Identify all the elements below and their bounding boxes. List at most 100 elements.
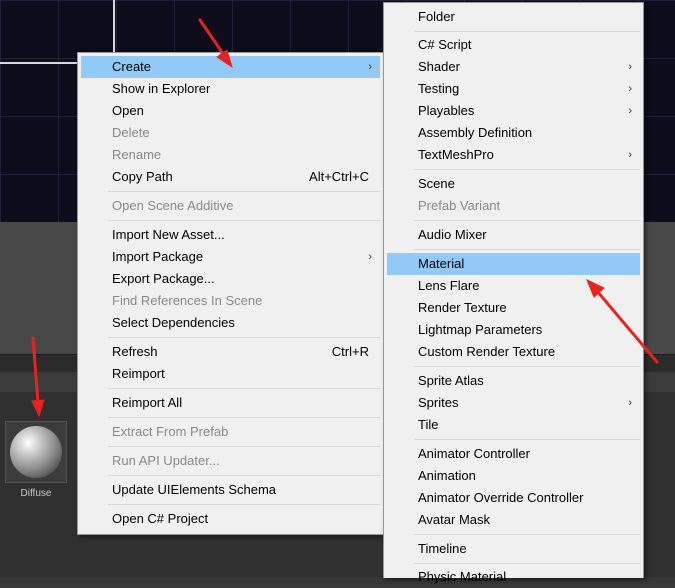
menu-item-label: Playables: [418, 103, 475, 118]
chevron-right-icon: ›: [628, 61, 632, 73]
menu-item-show-in-explorer[interactable]: Show in Explorer: [81, 78, 380, 100]
menu-item-shader[interactable]: Shader ›: [387, 56, 640, 78]
menu-item-rename: Rename: [81, 144, 380, 166]
menu-item-label: Create: [112, 59, 152, 74]
menu-item-label: Testing: [418, 81, 460, 96]
menu-item-textmeshpro[interactable]: TextMeshPro ›: [387, 144, 640, 166]
menu-item-custom-render-texture[interactable]: Custom Render Texture: [387, 341, 640, 363]
menu-item-folder[interactable]: Folder: [387, 6, 640, 28]
menu-item-testing[interactable]: Testing ›: [387, 78, 640, 100]
menu-separator: [108, 191, 380, 192]
menu-item-assembly-definition[interactable]: Assembly Definition: [387, 122, 640, 144]
menu-item-material[interactable]: Material: [387, 253, 640, 275]
menu-item-find-references: Find References In Scene: [81, 290, 380, 312]
menu-item-label: Update UIElements Schema: [112, 482, 277, 497]
menu-item-import-package[interactable]: Import Package ›: [81, 246, 380, 268]
menu-item-label: Animator Override Controller: [418, 490, 584, 505]
chevron-right-icon: ›: [628, 397, 632, 409]
menu-item-label: Custom Render Texture: [418, 344, 556, 359]
menu-separator: [414, 249, 640, 250]
menu-item-sprites[interactable]: Sprites ›: [387, 392, 640, 414]
asset-diffuse[interactable]: Diffuse: [5, 421, 67, 499]
context-menu: Create › Show in Explorer Open Delete Ren…: [77, 52, 384, 535]
menu-item-avatar-mask[interactable]: Avatar Mask: [387, 509, 640, 531]
menu-item-label: C# Script: [418, 37, 472, 52]
menu-item-label: Extract From Prefab: [112, 424, 229, 439]
menu-item-label: Export Package...: [112, 271, 215, 286]
menu-item-lens-flare[interactable]: Lens Flare: [387, 275, 640, 297]
menu-item-render-texture[interactable]: Render Texture: [387, 297, 640, 319]
menu-separator: [414, 220, 640, 221]
menu-item-label: Avatar Mask: [418, 512, 491, 527]
menu-item-label: Open C# Project: [112, 511, 209, 526]
menu-item-label: Folder: [418, 9, 455, 24]
menu-separator: [108, 220, 380, 221]
menu-item-audio-mixer[interactable]: Audio Mixer: [387, 224, 640, 246]
menu-item-refresh[interactable]: Refresh Ctrl+R: [81, 341, 380, 363]
menu-item-scene[interactable]: Scene: [387, 173, 640, 195]
menu-item-create[interactable]: Create ›: [81, 56, 380, 78]
menu-item-update-uielements-schema[interactable]: Update UIElements Schema: [81, 479, 380, 501]
chevron-right-icon: ›: [628, 105, 632, 117]
menu-item-label: Lens Flare: [418, 278, 480, 293]
chevron-right-icon: ›: [368, 61, 372, 73]
menu-item-label: Shader: [418, 59, 460, 74]
menu-item-label: Select Dependencies: [112, 315, 235, 330]
menu-item-copy-path[interactable]: Copy Path Alt+Ctrl+C: [81, 166, 380, 188]
menu-item-physic-material[interactable]: Physic Material: [387, 566, 640, 588]
menu-item-open-scene-additive: Open Scene Additive: [81, 195, 380, 217]
menu-item-label: Animation: [418, 468, 476, 483]
menu-item-label: Delete: [112, 125, 150, 140]
menu-item-playables[interactable]: Playables ›: [387, 100, 640, 122]
menu-separator: [414, 563, 640, 564]
menu-separator: [108, 475, 380, 476]
menu-item-animation[interactable]: Animation: [387, 465, 640, 487]
menu-item-label: Show in Explorer: [112, 81, 211, 96]
menu-item-delete: Delete: [81, 122, 380, 144]
menu-item-export-package[interactable]: Export Package...: [81, 268, 380, 290]
menu-item-label: Reimport All: [112, 395, 183, 410]
menu-item-label: Open Scene Additive: [112, 198, 234, 213]
menu-item-sprite-atlas[interactable]: Sprite Atlas: [387, 370, 640, 392]
menu-item-animator-override-controller[interactable]: Animator Override Controller: [387, 487, 640, 509]
menu-item-label: Audio Mixer: [418, 227, 487, 242]
chevron-right-icon: ›: [628, 83, 632, 95]
create-submenu: Folder C# Script Shader › Testing › Playab…: [383, 2, 644, 584]
menu-item-reimport[interactable]: Reimport: [81, 363, 380, 385]
menu-separator: [414, 31, 640, 32]
chevron-right-icon: ›: [628, 149, 632, 161]
menu-item-import-new-asset[interactable]: Import New Asset...: [81, 224, 380, 246]
shortcut-label: Ctrl+R: [331, 344, 369, 359]
menu-item-label: Render Texture: [418, 300, 507, 315]
menu-separator: [414, 366, 640, 367]
menu-item-reimport-all[interactable]: Reimport All: [81, 392, 380, 414]
menu-separator: [108, 388, 380, 389]
menu-item-timeline[interactable]: Timeline: [387, 538, 640, 560]
menu-item-label: TextMeshPro: [418, 147, 494, 162]
menu-item-label: Prefab Variant: [418, 198, 501, 213]
menu-separator: [108, 504, 380, 505]
menu-item-label: Assembly Definition: [418, 125, 533, 140]
menu-item-csharp-script[interactable]: C# Script: [387, 34, 640, 56]
menu-item-prefab-variant: Prefab Variant: [387, 195, 640, 217]
menu-item-tile[interactable]: Tile: [387, 414, 640, 436]
menu-separator: [108, 337, 380, 338]
menu-item-label: Open: [112, 103, 144, 118]
menu-item-label: Sprites: [418, 395, 459, 410]
menu-item-open-csharp-project[interactable]: Open C# Project: [81, 508, 380, 530]
menu-item-lightmap-parameters[interactable]: Lightmap Parameters: [387, 319, 640, 341]
menu-item-label: Tile: [418, 417, 439, 432]
asset-thumbnail[interactable]: [5, 421, 67, 483]
menu-item-label: Scene: [418, 176, 455, 191]
menu-separator: [108, 446, 380, 447]
menu-item-run-api-updater: Run API Updater...: [81, 450, 380, 472]
menu-item-label: Copy Path: [112, 169, 173, 184]
shortcut-label: Alt+Ctrl+C: [309, 169, 369, 184]
menu-item-open[interactable]: Open: [81, 100, 380, 122]
asset-label: Diffuse: [20, 488, 52, 499]
menu-item-label: Lightmap Parameters: [418, 322, 543, 337]
menu-item-label: Rename: [112, 147, 162, 162]
menu-item-animator-controller[interactable]: Animator Controller: [387, 443, 640, 465]
menu-item-label: Import Package: [112, 249, 204, 264]
menu-item-select-dependencies[interactable]: Select Dependencies: [81, 312, 380, 334]
